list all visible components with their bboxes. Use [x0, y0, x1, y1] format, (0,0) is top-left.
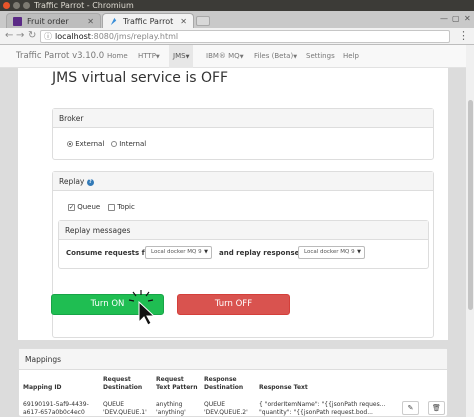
address-bar: ← → ↻ ⓘ localhost:8080/jms/replay.html ⋮: [0, 28, 474, 45]
page-title: JMS virtual service is OFF: [52, 70, 229, 86]
turn-off-button[interactable]: Turn OFF: [177, 294, 290, 315]
topic-option[interactable]: Topic: [108, 203, 135, 212]
nav-help[interactable]: Help: [343, 45, 359, 68]
url-path: :8080/jms/replay.html: [90, 32, 179, 41]
nav-http[interactable]: HTTP▼: [138, 45, 160, 69]
row-id-2: a617-657a0b0c4ec0: [23, 409, 85, 416]
caret-down-icon: ▼: [239, 54, 244, 60]
queue-label: Queue: [77, 203, 101, 211]
app-navbar: Traffic Parrot v3.10.0 Home HTTP▼ JMS▼ I…: [0, 45, 466, 69]
row-req-dest-1: QUEUE: [103, 401, 125, 408]
col-request-text-pattern-2: Text Pattern: [156, 384, 198, 391]
forward-icon[interactable]: →: [16, 30, 24, 42]
url-input[interactable]: ⓘ localhost:8080/jms/replay.html: [40, 30, 450, 43]
topic-label: Topic: [117, 203, 135, 211]
delete-mapping-button[interactable]: 🗑: [428, 401, 445, 415]
col-response-destination-2: Destination: [204, 384, 244, 391]
edit-mapping-button[interactable]: ✎: [402, 401, 419, 415]
reply-queue-select[interactable]: Local docker MQ 9 ▼: [298, 246, 365, 259]
row-req-text-2: 'anything': [156, 409, 186, 416]
tab-close-icon[interactable]: ✕: [87, 14, 94, 29]
nav-ibm-mq-label: IBM® MQ: [206, 52, 240, 60]
window-minimize-button[interactable]: [13, 2, 20, 9]
select-arrow-icon: ▼: [357, 249, 361, 255]
trash-icon: 🗑: [432, 404, 441, 412]
nav-jms[interactable]: JMS▼: [169, 45, 194, 69]
broker-internal-label: Internal: [119, 140, 147, 148]
col-mapping-id: Mapping ID: [23, 384, 62, 391]
nav-home[interactable]: Home: [107, 45, 128, 68]
caret-down-icon: ▼: [185, 54, 190, 60]
info-icon[interactable]: ?: [86, 178, 94, 186]
page-scrollbar-thumb[interactable]: [468, 100, 473, 310]
nav-ibm-mq[interactable]: IBM® MQ▼: [206, 45, 244, 69]
replay-heading-label: Replay: [59, 177, 85, 186]
edit-icon: ✎: [407, 404, 414, 412]
row-resp-dest-2: 'DEV.QUEUE.2': [204, 409, 248, 416]
nav-http-label: HTTP: [138, 52, 156, 60]
col-request-destination-2: Destination: [103, 384, 143, 391]
select-arrow-icon: ▼: [204, 249, 208, 255]
radio-internal[interactable]: [111, 141, 117, 147]
col-response-text: Response Text: [259, 384, 308, 391]
window-close-button[interactable]: [3, 2, 10, 9]
mouse-cursor-icon: [128, 290, 156, 326]
mappings-panel: Mappings Mapping ID Request Destination …: [18, 348, 448, 417]
radio-external[interactable]: [67, 141, 73, 147]
close-icon[interactable]: ✕: [464, 14, 471, 23]
tab-close-icon[interactable]: ✕: [180, 14, 187, 29]
nav-files-label: Files (Beta): [254, 52, 294, 60]
queue-option[interactable]: ✓ Queue: [68, 203, 100, 212]
maximize-icon[interactable]: ▢: [452, 14, 460, 23]
row-req-text-1: anything: [156, 401, 183, 408]
replay-heading: Replay ?: [53, 172, 433, 191]
minimize-icon[interactable]: —: [440, 14, 448, 23]
consume-queue-select[interactable]: Local docker MQ 9 ▼: [145, 246, 212, 259]
nav-files[interactable]: Files (Beta)▼: [254, 45, 297, 69]
caret-down-icon: ▼: [155, 54, 160, 60]
row-resp-text-2: "quantity": "{{jsonPath request.bod...: [259, 409, 373, 416]
new-tab-button[interactable]: [196, 16, 210, 26]
brand-label[interactable]: Traffic Parrot v3.10.0: [16, 45, 104, 68]
broker-external-option[interactable]: External: [67, 140, 104, 149]
tab-traffic-parrot[interactable]: Traffic Parrot ✕: [102, 13, 194, 28]
row-resp-text-1: { "orderItemName": "{{jsonPath reques...: [259, 401, 386, 408]
reply-queue-value: Local docker MQ 9: [304, 249, 355, 255]
back-icon[interactable]: ←: [5, 30, 13, 42]
reload-icon[interactable]: ↻: [28, 30, 36, 42]
window-title: Traffic Parrot - Chromium: [34, 1, 134, 10]
window-titlebar: Traffic Parrot - Chromium: [0, 0, 474, 11]
url-host: localhost: [55, 32, 91, 41]
broker-panel: Broker External Internal: [52, 108, 434, 160]
row-id-1: 69190191-5af9-4439-: [23, 401, 89, 408]
fruit-favicon-icon: [13, 17, 22, 26]
page-info-icon[interactable]: ⓘ: [44, 31, 52, 42]
parrot-favicon-icon: [110, 17, 117, 26]
topic-checkbox[interactable]: [108, 203, 115, 211]
browser-tabstrip: Fruit order system ✕ Traffic Parrot ✕ — …: [0, 11, 474, 41]
consume-queue-value: Local docker MQ 9: [151, 249, 202, 255]
nav-jms-label: JMS: [173, 52, 186, 60]
nav-settings[interactable]: Settings: [306, 45, 335, 68]
replay-messages-heading: Replay messages: [59, 221, 428, 240]
caret-down-icon: ▼: [293, 54, 298, 60]
row-req-dest-2: 'DEV.QUEUE.1': [103, 409, 147, 416]
queue-checkbox[interactable]: ✓: [68, 203, 75, 211]
window-controls: [3, 2, 30, 9]
row-resp-dest-1: QUEUE: [204, 401, 226, 408]
broker-external-label: External: [75, 140, 105, 148]
window-maximize-button[interactable]: [23, 2, 30, 9]
tab-fruit-order-system[interactable]: Fruit order system ✕: [6, 13, 101, 41]
browser-menu-icon[interactable]: ⋮: [458, 29, 469, 42]
broker-heading: Broker: [53, 109, 433, 128]
broker-internal-option[interactable]: Internal: [111, 140, 146, 149]
replay-messages-panel: Replay messages Consume requests from Lo…: [58, 220, 429, 269]
mappings-heading: Mappings: [19, 349, 447, 370]
tab-label: Traffic Parrot: [123, 17, 174, 26]
